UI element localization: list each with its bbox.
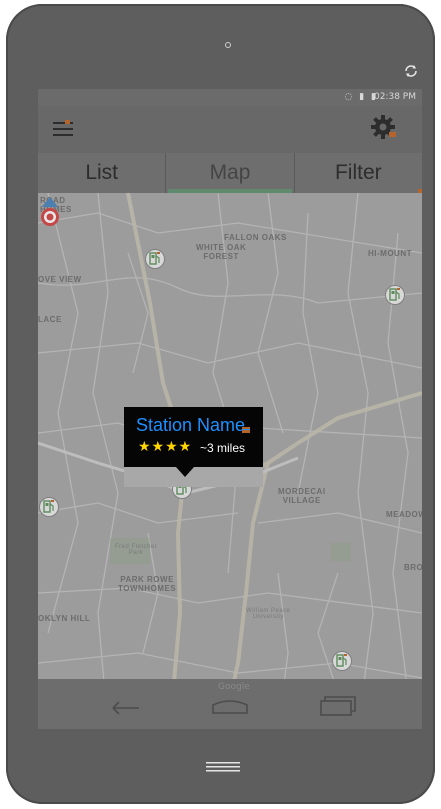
camera-dot (225, 42, 231, 48)
station-info-popup[interactable]: Station Name ★★★★ ~3 miles (124, 407, 263, 477)
fuel-pump-icon (389, 288, 400, 301)
fuel-pump-icon (43, 500, 54, 513)
android-nav-bar: Google (38, 679, 422, 729)
fuel-station-pin[interactable] (332, 651, 352, 671)
station-distance: ~3 miles (200, 441, 246, 455)
fuel-station-pin[interactable] (385, 285, 405, 305)
map-label-lace: LACE (38, 315, 62, 324)
popup-pointer (176, 467, 194, 477)
gear-icon[interactable] (370, 114, 398, 142)
rotate-icon[interactable] (402, 62, 420, 80)
map-label-fred-fletcher-park: Fred Fletcher Park (115, 544, 158, 556)
map-label-hi-mount: HI-MOUNT (368, 249, 412, 258)
map-label-mordecai: MORDECAI VILLAGE (278, 487, 326, 505)
tab-bar: List Map Filter (38, 153, 422, 193)
current-location-icon (41, 197, 59, 226)
tab-map-label: Map (209, 161, 251, 184)
map-label-fallon-oaks: FALLON OAKS (224, 233, 287, 242)
phone-frame: ◌ ▮ ▮ 02:38 PM List Map Filter HOMES FAL… (6, 4, 435, 804)
flag-icon (242, 427, 250, 433)
map-label-grove-view: OVE VIEW (38, 275, 82, 284)
fuel-pump-icon (336, 654, 347, 667)
tab-map[interactable]: Map (166, 153, 295, 193)
map-label-meadow: MEADOW (386, 510, 422, 519)
map-label-park-rowe: PARK ROWE TOWNHOMES (118, 575, 177, 593)
rating-stars: ★★★★ (138, 439, 193, 455)
back-icon[interactable] (103, 691, 143, 717)
tab-list[interactable]: List (38, 153, 167, 193)
fuel-station-pin[interactable] (39, 497, 59, 517)
tab-list-label: List (85, 161, 118, 184)
fuel-station-pin[interactable] (145, 249, 165, 269)
fuel-pump-icon (149, 252, 160, 265)
hardware-home-lines-icon[interactable] (206, 760, 240, 772)
station-name: Station Name (136, 415, 246, 435)
menu-icon[interactable] (53, 119, 75, 139)
tab-filter-label: Filter (334, 161, 382, 184)
map-label-william-peace: William Peace University (246, 608, 291, 620)
tab-filter[interactable]: Filter (295, 153, 422, 193)
recent-apps-icon[interactable] (318, 691, 358, 717)
map-label-brooklyn-hill: OKLYN HILL (38, 614, 91, 623)
status-icons: ◌ ▮ ▮ (344, 92, 378, 102)
status-bar: ◌ ▮ ▮ 02:38 PM (38, 89, 422, 106)
status-time: 02:38 PM (374, 92, 416, 102)
map-label-white-oak: WHITE OAK FOREST (196, 243, 247, 261)
map-label-bro: BRO (404, 563, 422, 572)
map-view[interactable]: ROAD HOMES FALLON OAKS WHITE OAK FOREST … (38, 193, 422, 729)
app-bar (38, 106, 422, 153)
home-icon[interactable] (210, 691, 250, 717)
app-screen: ◌ ▮ ▮ 02:38 PM List Map Filter HOMES FAL… (38, 89, 422, 729)
